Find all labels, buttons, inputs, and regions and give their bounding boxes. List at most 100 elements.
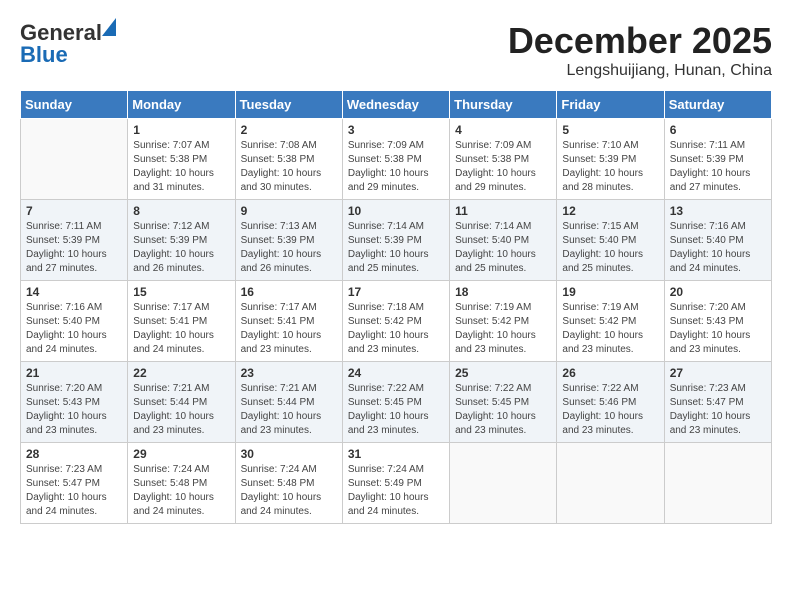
calendar-week-row: 14Sunrise: 7:16 AM Sunset: 5:40 PM Dayli… [21,281,772,362]
day-number: 7 [26,204,122,218]
calendar-day-header: Thursday [450,91,557,119]
calendar-day-cell: 15 Sunrise: 7:17 AM Sunset: 5:41 PM Dayli… [128,281,235,362]
calendar-week-row: 7 Sunrise: 7:11 AM Sunset: 5:39 PM Daylig… [21,200,772,281]
calendar-day-cell: 13 Sunrise: 7:16 AM Sunset: 5:40 PM Dayli… [664,200,771,281]
calendar-day-cell: 23 Sunrise: 7:21 AM Sunset: 5:44 PM Dayli… [235,362,342,443]
day-info: Sunrise: 7:23 AM Sunset: 5:47 PM Dayligh… [670,382,766,438]
day-number: 25 [455,366,551,380]
day-info: Sunrise: 7:16 AM Sunset: 5:40 PM Dayligh… [26,301,122,357]
calendar-day-cell: 6Sunrise: 7:11 AM Sunset: 5:39 PM Daylig… [664,119,771,200]
day-number: 4 [455,123,551,137]
day-number: 28 [26,447,122,461]
day-number: 15 [133,285,229,299]
day-info: Sunrise: 7:24 AM Sunset: 5:48 PM Dayligh… [241,463,337,519]
calendar-day-cell: 29 Sunrise: 7:24 AM Sunset: 5:48 PM Dayli… [128,443,235,524]
day-number: 19 [562,285,658,299]
calendar-table: SundayMondayTuesdayWednesdayThursdayFrid… [20,90,772,524]
day-number: 5 [562,123,658,137]
calendar-week-row: 28 Sunrise: 7:23 AM Sunset: 5:47 PM Dayli… [21,443,772,524]
calendar-week-row: 1 Sunrise: 7:07 AM Sunset: 5:38 PM Daylig… [21,119,772,200]
calendar-day-cell: 12Sunrise: 7:15 AM Sunset: 5:40 PM Dayli… [557,200,664,281]
calendar-day-cell: 8 Sunrise: 7:12 AM Sunset: 5:39 PM Daylig… [128,200,235,281]
calendar-week-row: 21 Sunrise: 7:20 AM Sunset: 5:43 PM Dayli… [21,362,772,443]
day-number: 9 [241,204,337,218]
calendar-day-header: Friday [557,91,664,119]
day-info: Sunrise: 7:22 AM Sunset: 5:45 PM Dayligh… [348,382,444,438]
calendar-day-cell: 28 Sunrise: 7:23 AM Sunset: 5:47 PM Dayli… [21,443,128,524]
day-number: 11 [455,204,551,218]
day-number: 26 [562,366,658,380]
day-number: 8 [133,204,229,218]
day-info: Sunrise: 7:13 AM Sunset: 5:39 PM Dayligh… [241,220,337,276]
calendar-day-cell: 11 Sunrise: 7:14 AM Sunset: 5:40 PM Dayli… [450,200,557,281]
day-info: Sunrise: 7:17 AM Sunset: 5:41 PM Dayligh… [241,301,337,357]
day-number: 16 [241,285,337,299]
day-number: 10 [348,204,444,218]
day-info: Sunrise: 7:21 AM Sunset: 5:44 PM Dayligh… [241,382,337,438]
day-info: Sunrise: 7:10 AM Sunset: 5:39 PM Dayligh… [562,139,658,195]
day-info: Sunrise: 7:11 AM Sunset: 5:39 PM Dayligh… [670,139,766,195]
calendar-day-cell: 21 Sunrise: 7:20 AM Sunset: 5:43 PM Dayli… [21,362,128,443]
day-info: Sunrise: 7:23 AM Sunset: 5:47 PM Dayligh… [26,463,122,519]
day-info: Sunrise: 7:22 AM Sunset: 5:45 PM Dayligh… [455,382,551,438]
page-header: General Blue December 2025 Lengshuijiang… [20,20,772,80]
calendar-day-cell: 4 Sunrise: 7:09 AM Sunset: 5:38 PM Daylig… [450,119,557,200]
day-info: Sunrise: 7:17 AM Sunset: 5:41 PM Dayligh… [133,301,229,357]
day-info: Sunrise: 7:14 AM Sunset: 5:39 PM Dayligh… [348,220,444,276]
day-info: Sunrise: 7:07 AM Sunset: 5:38 PM Dayligh… [133,139,229,195]
calendar-day-cell: 5 Sunrise: 7:10 AM Sunset: 5:39 PM Daylig… [557,119,664,200]
logo: General Blue [20,20,102,68]
month-title: December 2025 [508,20,772,62]
day-info: Sunrise: 7:24 AM Sunset: 5:48 PM Dayligh… [133,463,229,519]
location-text: Lengshuijiang, Hunan, China [508,62,772,80]
calendar-day-cell: 2 Sunrise: 7:08 AM Sunset: 5:38 PM Daylig… [235,119,342,200]
day-info: Sunrise: 7:22 AM Sunset: 5:46 PM Dayligh… [562,382,658,438]
day-info: Sunrise: 7:20 AM Sunset: 5:43 PM Dayligh… [670,301,766,357]
day-info: Sunrise: 7:18 AM Sunset: 5:42 PM Dayligh… [348,301,444,357]
calendar-day-cell: 3Sunrise: 7:09 AM Sunset: 5:38 PM Daylig… [342,119,449,200]
day-info: Sunrise: 7:19 AM Sunset: 5:42 PM Dayligh… [455,301,551,357]
calendar-day-cell [557,443,664,524]
calendar-day-cell: 1 Sunrise: 7:07 AM Sunset: 5:38 PM Daylig… [128,119,235,200]
day-number: 13 [670,204,766,218]
calendar-day-header: Monday [128,91,235,119]
calendar-day-cell: 16 Sunrise: 7:17 AM Sunset: 5:41 PM Dayli… [235,281,342,362]
calendar-day-cell: 26 Sunrise: 7:22 AM Sunset: 5:46 PM Dayli… [557,362,664,443]
calendar-day-cell: 22Sunrise: 7:21 AM Sunset: 5:44 PM Dayli… [128,362,235,443]
calendar-day-cell: 10 Sunrise: 7:14 AM Sunset: 5:39 PM Dayli… [342,200,449,281]
day-number: 24 [348,366,444,380]
calendar-day-header: Tuesday [235,91,342,119]
day-number: 17 [348,285,444,299]
day-info: Sunrise: 7:19 AM Sunset: 5:42 PM Dayligh… [562,301,658,357]
calendar-day-cell: 27 Sunrise: 7:23 AM Sunset: 5:47 PM Dayli… [664,362,771,443]
day-info: Sunrise: 7:09 AM Sunset: 5:38 PM Dayligh… [348,139,444,195]
day-info: Sunrise: 7:20 AM Sunset: 5:43 PM Dayligh… [26,382,122,438]
day-number: 23 [241,366,337,380]
day-info: Sunrise: 7:12 AM Sunset: 5:39 PM Dayligh… [133,220,229,276]
calendar-header-row: SundayMondayTuesdayWednesdayThursdayFrid… [21,91,772,119]
day-number: 22 [133,366,229,380]
calendar-day-header: Sunday [21,91,128,119]
calendar-day-header: Wednesday [342,91,449,119]
calendar-day-cell: 20Sunrise: 7:20 AM Sunset: 5:43 PM Dayli… [664,281,771,362]
calendar-day-header: Saturday [664,91,771,119]
day-number: 27 [670,366,766,380]
logo-general-text: General [20,20,102,45]
day-info: Sunrise: 7:08 AM Sunset: 5:38 PM Dayligh… [241,139,337,195]
calendar-day-cell [450,443,557,524]
day-number: 30 [241,447,337,461]
day-info: Sunrise: 7:16 AM Sunset: 5:40 PM Dayligh… [670,220,766,276]
calendar-day-cell: 7 Sunrise: 7:11 AM Sunset: 5:39 PM Daylig… [21,200,128,281]
day-info: Sunrise: 7:14 AM Sunset: 5:40 PM Dayligh… [455,220,551,276]
day-info: Sunrise: 7:15 AM Sunset: 5:40 PM Dayligh… [562,220,658,276]
day-number: 21 [26,366,122,380]
day-info: Sunrise: 7:11 AM Sunset: 5:39 PM Dayligh… [26,220,122,276]
day-number: 1 [133,123,229,137]
calendar-day-cell: 9 Sunrise: 7:13 AM Sunset: 5:39 PM Daylig… [235,200,342,281]
calendar-day-cell: 25 Sunrise: 7:22 AM Sunset: 5:45 PM Dayli… [450,362,557,443]
day-number: 2 [241,123,337,137]
calendar-day-cell: 24 Sunrise: 7:22 AM Sunset: 5:45 PM Dayli… [342,362,449,443]
day-number: 29 [133,447,229,461]
day-info: Sunrise: 7:09 AM Sunset: 5:38 PM Dayligh… [455,139,551,195]
calendar-day-cell: 18Sunrise: 7:19 AM Sunset: 5:42 PM Dayli… [450,281,557,362]
